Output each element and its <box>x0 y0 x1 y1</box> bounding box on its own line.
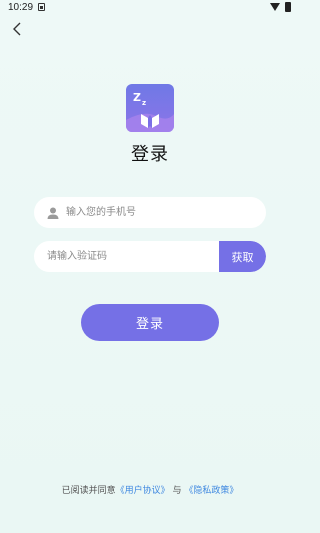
privacy-policy-link[interactable]: 《隐私政策》 <box>184 486 238 496</box>
user-agreement-link[interactable]: 《用户协议》 <box>116 486 170 496</box>
svg-text:Z: Z <box>133 91 141 104</box>
login-button[interactable]: 登录 <box>81 304 219 341</box>
back-button[interactable] <box>9 20 27 38</box>
get-code-button[interactable]: 获取 <box>219 241 266 272</box>
code-field[interactable]: 获取 <box>34 241 266 272</box>
page-title: 登录 <box>131 144 169 165</box>
status-time: 10:29 <box>8 2 34 13</box>
wifi-icon <box>270 3 280 11</box>
svg-text:z: z <box>142 99 146 107</box>
chevron-left-icon <box>13 22 21 36</box>
phone-field[interactable] <box>34 197 266 228</box>
code-input[interactable] <box>47 241 207 272</box>
sleep-book-logo-icon: Z z <box>126 91 174 132</box>
status-bar: 10:29 <box>0 0 300 16</box>
agreement-prefix: 已阅读并同意 <box>61 486 116 496</box>
phone-input[interactable] <box>66 197 256 228</box>
user-icon <box>46 205 60 219</box>
notification-icon <box>38 3 45 11</box>
agreement-notice: 已阅读并同意《用户协议》 与 《隐私政策》 <box>0 483 300 496</box>
app-logo: Z z <box>126 84 174 132</box>
agreement-and: 与 <box>172 486 182 496</box>
battery-icon <box>285 2 291 12</box>
